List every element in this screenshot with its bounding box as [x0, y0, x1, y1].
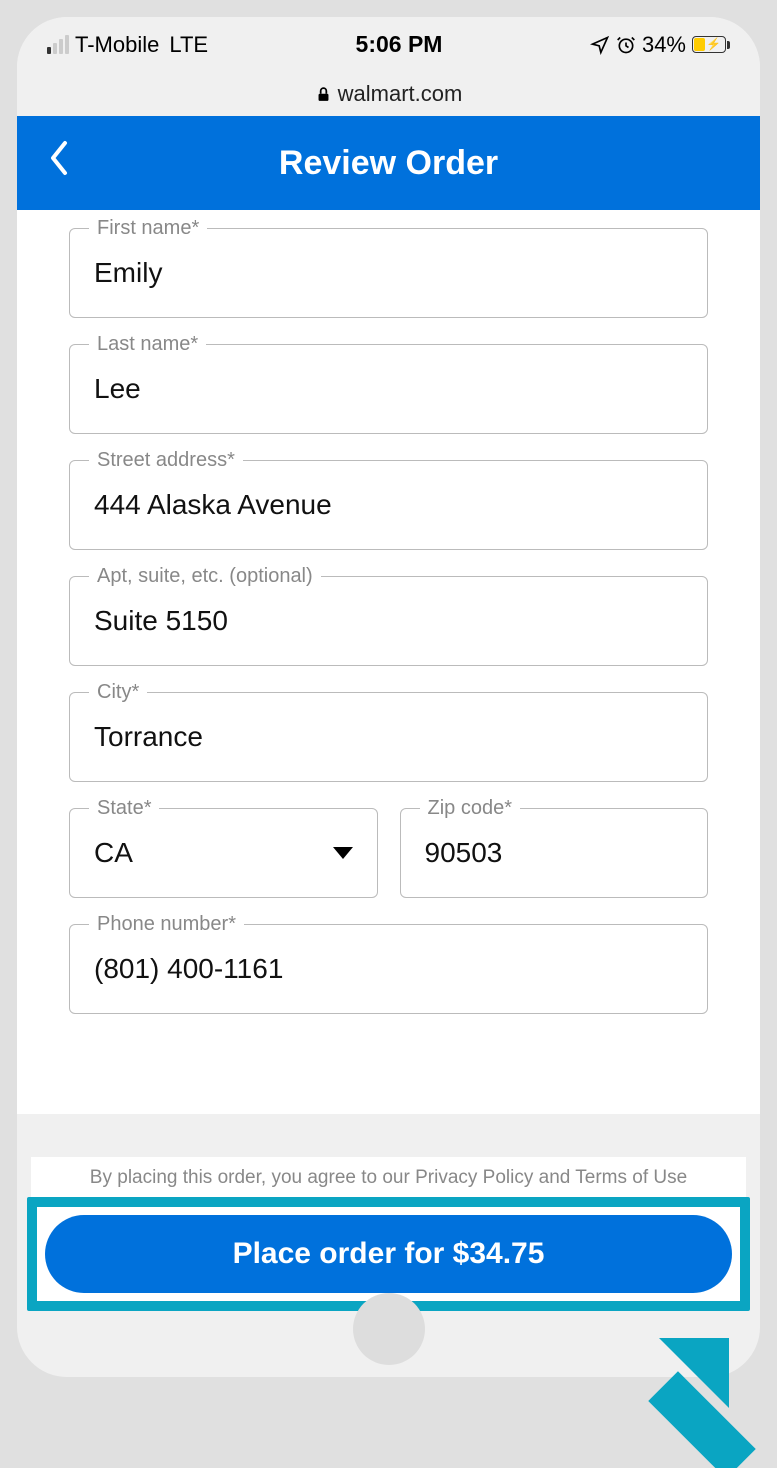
- app-header: Review Order: [17, 116, 760, 210]
- state-label: State*: [89, 797, 159, 820]
- last-name-label: Last name*: [89, 333, 206, 356]
- home-button[interactable]: [353, 1293, 425, 1365]
- network-label: LTE: [169, 32, 208, 58]
- browser-url-bar[interactable]: walmart.com: [17, 72, 760, 116]
- signal-bars-icon: [47, 35, 69, 54]
- phone-field-wrap: Phone number*: [69, 924, 708, 1014]
- device-frame: T-Mobile LTE 5:06 PM 34% ⚡ walmart.com R…: [17, 17, 760, 1377]
- checkout-footer: By placing this order, you agree to our …: [31, 1157, 746, 1311]
- chevron-left-icon: [47, 139, 71, 177]
- city-input[interactable]: [69, 692, 708, 782]
- street-input[interactable]: [69, 460, 708, 550]
- zip-field-wrap: Zip code*: [400, 808, 709, 898]
- last-name-input[interactable]: [69, 344, 708, 434]
- first-name-field-wrap: First name*: [69, 228, 708, 318]
- url-text: walmart.com: [338, 81, 463, 107]
- carrier-label: T-Mobile: [75, 32, 159, 58]
- apt-label: Apt, suite, etc. (optional): [89, 565, 321, 588]
- status-left: T-Mobile LTE: [47, 32, 208, 58]
- legal-text: By placing this order, you agree to our …: [31, 1161, 746, 1197]
- status-right: 34% ⚡: [590, 32, 730, 58]
- place-order-button[interactable]: Place order for $34.75: [45, 1215, 732, 1293]
- status-bar: T-Mobile LTE 5:06 PM 34% ⚡: [17, 17, 760, 72]
- page-title: Review Order: [17, 144, 760, 183]
- first-name-label: First name*: [89, 217, 207, 240]
- apt-input[interactable]: [69, 576, 708, 666]
- back-button[interactable]: [47, 139, 71, 187]
- form-content: First name* Last name* Street address* A…: [17, 210, 760, 1114]
- state-field-wrap: State* CA: [69, 808, 378, 898]
- state-select[interactable]: CA: [69, 808, 378, 898]
- last-name-field-wrap: Last name*: [69, 344, 708, 434]
- city-field-wrap: City*: [69, 692, 708, 782]
- phone-label: Phone number*: [89, 913, 244, 936]
- lock-icon: [315, 86, 332, 103]
- city-label: City*: [89, 681, 147, 704]
- clock-time: 5:06 PM: [356, 31, 443, 58]
- apt-field-wrap: Apt, suite, etc. (optional): [69, 576, 708, 666]
- street-field-wrap: Street address*: [69, 460, 708, 550]
- chevron-down-icon: [333, 847, 353, 859]
- alarm-icon: [616, 35, 636, 55]
- state-value: CA: [94, 837, 133, 869]
- battery-percent: 34%: [642, 32, 686, 58]
- street-label: Street address*: [89, 449, 243, 472]
- phone-input[interactable]: [69, 924, 708, 1014]
- zip-label: Zip code*: [420, 797, 521, 820]
- first-name-input[interactable]: [69, 228, 708, 318]
- location-icon: [590, 35, 610, 55]
- zip-input[interactable]: [400, 808, 709, 898]
- battery-icon: ⚡: [692, 36, 730, 53]
